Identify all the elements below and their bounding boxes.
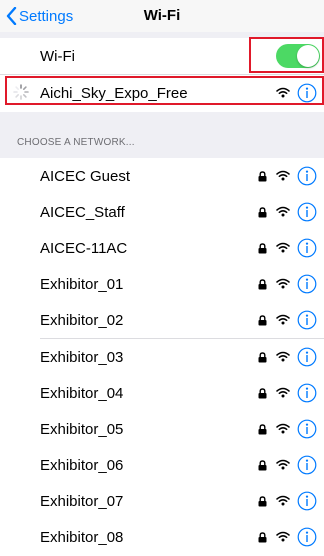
network-name: Exhibitor_07 bbox=[40, 493, 124, 510]
lock-icon bbox=[258, 243, 267, 254]
network-name: Exhibitor_04 bbox=[40, 385, 124, 402]
network-name: Exhibitor_08 bbox=[40, 529, 124, 546]
network-name: AICEC-11AC bbox=[40, 240, 128, 257]
network-name: Exhibitor_01 bbox=[40, 276, 124, 293]
network-name: AICEC_Staff bbox=[40, 204, 125, 221]
wifi-label: Wi-Fi bbox=[40, 48, 75, 65]
wifi-icon bbox=[276, 423, 290, 434]
network-row[interactable]: AICEC-11AC bbox=[0, 230, 324, 267]
lock-icon bbox=[258, 460, 267, 471]
info-icon[interactable] bbox=[297, 274, 317, 294]
network-name: AICEC Guest bbox=[40, 168, 131, 185]
network-name: Exhibitor_02 bbox=[40, 312, 124, 329]
connected-network-highlight-box bbox=[5, 76, 324, 105]
network-name: Exhibitor_06 bbox=[40, 457, 124, 474]
page-title: Wi-Fi bbox=[143, 7, 181, 24]
info-icon[interactable] bbox=[297, 347, 317, 367]
network-row[interactable]: Exhibitor_05 bbox=[0, 411, 324, 448]
lock-icon bbox=[258, 207, 267, 218]
navigation-bar: Settings Wi-Fi bbox=[0, 0, 324, 32]
lock-icon bbox=[258, 279, 267, 290]
info-icon[interactable] bbox=[297, 238, 317, 258]
wifi-icon bbox=[276, 531, 290, 542]
wifi-icon bbox=[276, 278, 290, 289]
wifi-icon bbox=[276, 170, 290, 181]
wifi-icon bbox=[276, 206, 290, 217]
lock-icon bbox=[258, 532, 267, 543]
network-row[interactable]: Exhibitor_04 bbox=[0, 375, 324, 412]
network-row[interactable]: Exhibitor_02 bbox=[0, 302, 324, 339]
lock-icon bbox=[258, 388, 267, 399]
info-icon[interactable] bbox=[297, 202, 317, 222]
info-icon[interactable] bbox=[297, 527, 317, 547]
network-row[interactable]: AICEC Guest bbox=[0, 158, 324, 195]
info-icon[interactable] bbox=[297, 383, 317, 403]
lock-icon bbox=[258, 424, 267, 435]
toggle-highlight-box bbox=[249, 37, 324, 73]
wifi-icon bbox=[276, 242, 290, 253]
wifi-icon bbox=[276, 459, 290, 470]
lock-icon bbox=[258, 496, 267, 507]
wifi-icon bbox=[276, 314, 290, 325]
network-row[interactable]: Exhibitor_06 bbox=[0, 447, 324, 484]
lock-icon bbox=[258, 315, 267, 326]
info-icon[interactable] bbox=[297, 419, 317, 439]
network-row[interactable]: Exhibitor_07 bbox=[0, 483, 324, 520]
info-icon[interactable] bbox=[297, 310, 317, 330]
wifi-icon bbox=[276, 387, 290, 398]
lock-icon bbox=[258, 171, 267, 182]
wifi-icon bbox=[276, 495, 290, 506]
network-name: Exhibitor_05 bbox=[40, 421, 124, 438]
info-icon[interactable] bbox=[297, 166, 317, 186]
section-header: CHOOSE A NETWORK... bbox=[17, 137, 135, 148]
info-icon[interactable] bbox=[297, 455, 317, 475]
network-row[interactable]: Exhibitor_01 bbox=[0, 266, 324, 303]
network-row[interactable]: Exhibitor_03 bbox=[0, 339, 324, 376]
info-icon[interactable] bbox=[297, 491, 317, 511]
network-row[interactable]: Exhibitor_08 bbox=[0, 519, 324, 556]
network-row[interactable]: AICEC_Staff bbox=[0, 194, 324, 231]
network-name: Exhibitor_03 bbox=[40, 349, 124, 366]
wifi-icon bbox=[276, 351, 290, 362]
lock-icon bbox=[258, 352, 267, 363]
